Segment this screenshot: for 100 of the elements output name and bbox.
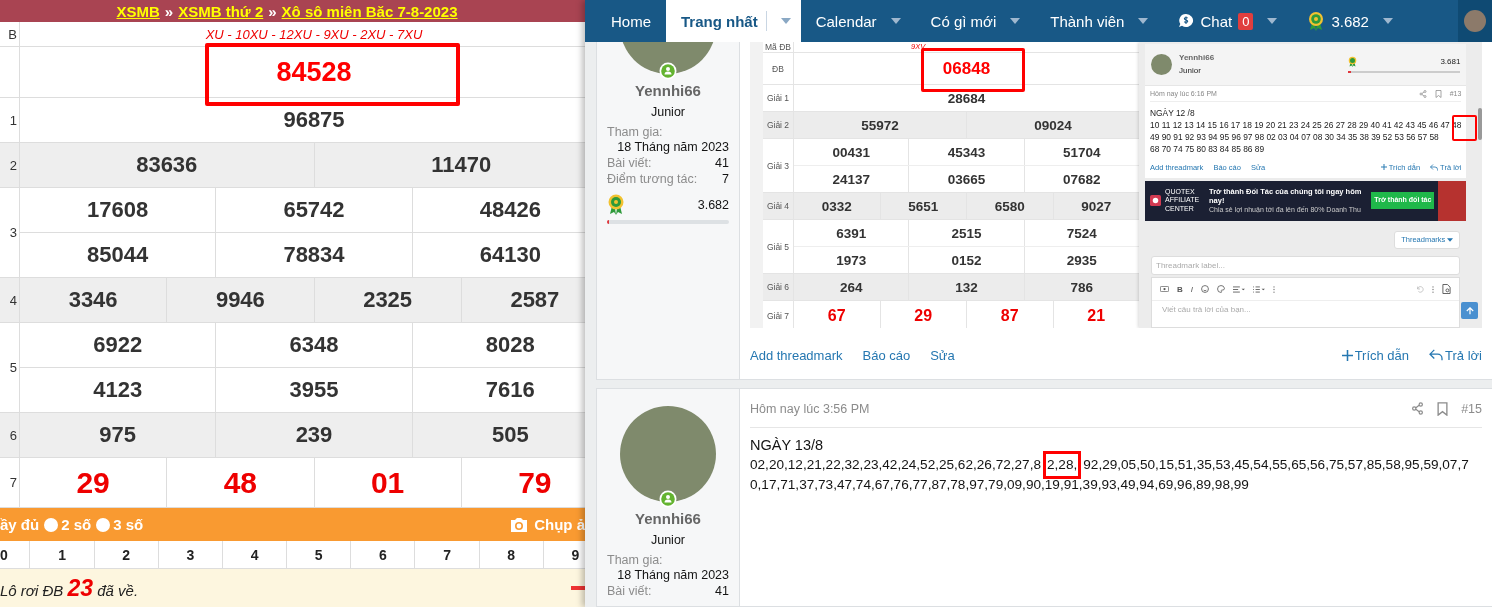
row-label: 5 xyxy=(9,360,17,375)
result-number: 96875 xyxy=(283,107,345,133)
breadcrumb-link[interactable]: XSMB xyxy=(116,2,160,20)
breadcrumb-link[interactable]: Xô sô miên Băc 7-8-2023 xyxy=(281,2,458,20)
action-link[interactable]: Add threadmark xyxy=(750,347,843,363)
caret-icon[interactable] xyxy=(780,18,791,24)
nav-tab[interactable]: Thành viên xyxy=(1035,0,1164,42)
nav-tab[interactable]: 3.682 xyxy=(1292,0,1408,42)
arrow-up-icon xyxy=(1465,306,1474,315)
caret-icon[interactable] xyxy=(1382,18,1393,24)
result-number: 00431 xyxy=(832,144,870,160)
result-number: 6348 xyxy=(289,332,339,358)
scrollbar-thumb[interactable] xyxy=(1478,108,1482,140)
result-number: 0152 xyxy=(951,252,982,268)
post-text-line: NGÀY 12 /8 xyxy=(1150,106,1196,119)
result-number: 11470 xyxy=(431,152,492,178)
share-icon[interactable] xyxy=(1418,89,1427,98)
stat-value: 41 xyxy=(715,156,729,170)
digit-header-cell: 2 xyxy=(94,541,159,568)
digit-header-cell: 4 xyxy=(222,541,288,568)
radio-circle[interactable] xyxy=(44,517,59,532)
result-number: 51704 xyxy=(1063,144,1101,160)
share-icon[interactable] xyxy=(1411,402,1425,415)
row-label: Giải 1 xyxy=(766,93,790,103)
more-icon[interactable] xyxy=(1432,285,1435,293)
breadcrumb-link[interactable]: XSMB thứ 2 xyxy=(178,2,264,20)
highlighted-text: 2,28, xyxy=(1043,451,1082,479)
preview-icon[interactable] xyxy=(1442,284,1452,295)
nav-tab[interactable]: Home xyxy=(596,0,666,42)
result-number: 5651 xyxy=(908,198,939,214)
stat-value: 7 xyxy=(722,172,729,186)
camera-icon xyxy=(509,516,530,533)
result-number: 4123 xyxy=(93,377,143,403)
row-label: 3 xyxy=(9,225,17,240)
user-avatar[interactable] xyxy=(1464,10,1486,32)
result-number: 239 xyxy=(295,422,333,448)
row-label: 4 xyxy=(9,292,17,308)
result-number: 786 xyxy=(1070,279,1094,295)
stat-label: Bài viết: xyxy=(607,584,652,598)
breadcrumb-separator: » xyxy=(268,2,277,20)
list-icon[interactable] xyxy=(1253,285,1265,293)
result-number: 29 xyxy=(914,306,933,325)
result-number: 29 xyxy=(76,465,110,500)
post-text: 92,29,05,50,15,51,35,53,45,54,55,65,56,75,57,85,58,95,59,07,7 xyxy=(1083,457,1469,472)
palette-icon[interactable] xyxy=(1217,285,1225,294)
action-link[interactable]: Trả lời xyxy=(1429,347,1482,363)
photo-placeholder xyxy=(1438,180,1467,221)
result-number: 28684 xyxy=(947,90,986,106)
row-label: 6 xyxy=(9,427,17,443)
action-link[interactable]: Trích dẫn xyxy=(1341,347,1410,363)
post-number[interactable]: #15 xyxy=(1461,401,1482,416)
nav-tab[interactable]: Calendar xyxy=(800,0,916,42)
bold-button[interactable]: B xyxy=(1177,284,1183,294)
unread-badge: 0 xyxy=(1238,12,1254,30)
scroll-top-button[interactable] xyxy=(1461,302,1479,319)
row-label: Giải 4 xyxy=(766,201,790,211)
nav-tab[interactable]: Chat 0 xyxy=(1163,0,1293,42)
radio-circle[interactable] xyxy=(96,517,111,532)
smiley-icon[interactable] xyxy=(1201,285,1209,294)
media-icon[interactable] xyxy=(1160,286,1169,293)
plus-icon xyxy=(1341,349,1353,361)
italic-button[interactable]: I xyxy=(1190,284,1193,294)
digit-header-cell: 6 xyxy=(351,541,416,568)
nav-tab[interactable]: Trang nhất xyxy=(666,0,801,42)
action-link[interactable]: Báo cáo xyxy=(862,347,911,363)
result-number: 7524 xyxy=(1066,225,1097,241)
medal-icon xyxy=(1348,55,1358,68)
medal-icon xyxy=(607,194,625,216)
stat-label: Tham gia: xyxy=(607,125,664,139)
username[interactable]: Yennhi66 xyxy=(607,82,729,99)
result-number: 8028 xyxy=(485,332,535,358)
reply-icon xyxy=(1429,349,1444,361)
result-number: 3955 xyxy=(289,377,339,403)
action-link[interactable]: Sửa xyxy=(930,347,955,363)
online-status-icon xyxy=(659,490,677,508)
result-number: 06848 xyxy=(942,58,991,79)
row-label: ĐB xyxy=(772,63,784,74)
nav-tab[interactable]: Có gì mới xyxy=(915,0,1036,42)
post-date[interactable]: Hôm nay lúc 3:56 PM xyxy=(750,401,870,416)
reply-editor[interactable]: B I Viết câu trả lời của bạn... xyxy=(1151,277,1461,328)
brand-logo-icon xyxy=(1150,195,1161,207)
row-label: Giải 6 xyxy=(766,282,790,292)
digit-header-cell: 5 xyxy=(287,541,352,568)
caret-icon[interactable] xyxy=(1010,18,1021,24)
username[interactable]: Yennhi66 xyxy=(607,510,729,527)
result-number: XU - 10XU - 12XU - 9XU - 2XU - 7XU xyxy=(205,26,423,42)
bookmark-icon[interactable] xyxy=(1437,401,1449,416)
caret-icon[interactable] xyxy=(890,18,901,24)
stat-value: 18 Tháng năm 2023 xyxy=(616,140,729,154)
bookmark-icon[interactable] xyxy=(1434,89,1442,98)
result-number: 09024 xyxy=(1034,117,1072,133)
result-number: 67 xyxy=(827,306,846,325)
align-icon[interactable] xyxy=(1233,285,1245,293)
caret-icon[interactable] xyxy=(1267,18,1278,24)
caret-icon[interactable] xyxy=(1138,18,1149,24)
result-number: 7616 xyxy=(485,377,535,403)
result-number: 1973 xyxy=(836,252,867,268)
result-number: 132 xyxy=(955,279,978,295)
result-number: 0332 xyxy=(821,198,852,214)
notice-text: Lô rơi ĐB 23 đã về. xyxy=(0,574,139,602)
